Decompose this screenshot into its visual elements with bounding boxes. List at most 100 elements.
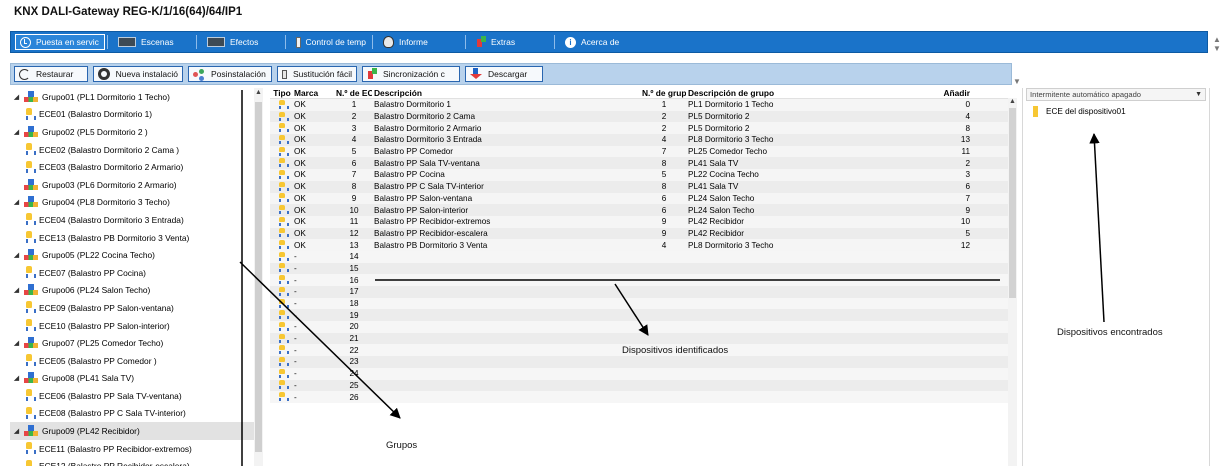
table-row[interactable]: OK 11 Balastro PP Recibidor-extremos 9 PL42 …	[270, 215, 1008, 228]
tree-group-item[interactable]: ◢ Grupo06 (PL24 Salon Techo)	[10, 282, 262, 300]
tree-group-item[interactable]: ◢ Grupo01 (PL1 Dormitorio 1 Techo)	[10, 88, 262, 106]
table-scrollbar[interactable]: ▲	[1008, 98, 1017, 466]
table-row[interactable]: - 21	[270, 332, 1008, 345]
nav-tab-4[interactable]: Informe	[379, 34, 463, 50]
expand-toggle-icon[interactable]: ◢	[12, 286, 21, 294]
blink-mode-select[interactable]: Intermitente automático apagado ▼	[1026, 88, 1206, 101]
expand-toggle-icon[interactable]: ◢	[12, 339, 21, 347]
scroll-up-icon[interactable]: ▲	[255, 89, 262, 96]
commissioning-toolbar: Restaurar Nueva instalació Posinstalación S…	[10, 63, 1012, 85]
tree-ece-item[interactable]: ECE01 (Balastro Dormitorio 1)	[10, 106, 262, 124]
nav-tab-5[interactable]: Extras	[472, 34, 552, 50]
row-type-cell	[270, 193, 292, 203]
cell-marca: OK	[294, 100, 306, 110]
table-row[interactable]: OK 5 Balastro PP Comedor 7 PL25 Comedor Tech…	[270, 145, 1008, 158]
found-device-item[interactable]: ECE del dispositivo01	[1033, 105, 1206, 117]
toolbar-button-5[interactable]: Descargar	[465, 66, 543, 82]
table-row[interactable]: OK 3 Balastro Dormitorio 2 Armario 2 PL5 Dor…	[270, 122, 1008, 135]
col-group-description[interactable]: Descripción de grupo	[686, 88, 922, 98]
cell-group-description: PL22 Cocina Techo	[688, 170, 759, 180]
cell-description: Balastro Dormitorio 3 Entrada	[374, 135, 482, 145]
nav-tab-0[interactable]: Puesta en servic	[15, 34, 105, 50]
tree-scroll-thumb[interactable]	[255, 102, 262, 452]
table-row[interactable]: - 19	[270, 309, 1008, 322]
tree-ece-item[interactable]: ECE03 (Balastro Dormitorio 2 Armario)	[10, 158, 262, 176]
nav-scroll-icon[interactable]: ▲ ▼	[1213, 35, 1221, 53]
tree-ece-item[interactable]: ECE11 (Balastro PP Recibidor-extremos)	[10, 440, 262, 458]
tree-ece-item[interactable]: ECE12 (Balastro PP Recibidor-escalera)	[10, 457, 262, 466]
tree-ece-item[interactable]: ECE13 (Balastro PB Dormitorio 3 Venta)	[10, 229, 262, 247]
col-marca[interactable]: Marca	[292, 88, 334, 98]
col-ece-number[interactable]: N.º de ECE	[334, 88, 372, 98]
expand-toggle-icon[interactable]: ◢	[12, 93, 21, 101]
scroll-up-icon[interactable]: ▲	[1009, 98, 1016, 105]
table-row[interactable]: - 26	[270, 391, 1008, 403]
tree-ece-item[interactable]: ECE09 (Balastro PP Salon-ventana)	[10, 299, 262, 317]
table-scroll-thumb[interactable]	[1009, 108, 1016, 298]
cell-group-number: 4	[661, 135, 667, 145]
nav-tab-6[interactable]: i Acerca de	[561, 34, 651, 50]
table-row[interactable]: OK 10 Balastro PP Salon-interior 6 PL24 Salo…	[270, 204, 1008, 216]
toolbar-overflow-icon[interactable]: ▼	[1013, 77, 1021, 86]
cell-ece-number: 7	[351, 170, 357, 180]
toolbar-button-3[interactable]: Sustitución fácil	[277, 66, 357, 82]
col-group-number[interactable]: N.º de grupo	[640, 88, 686, 98]
tree-group-item[interactable]: Grupo03 (PL6 Dormitorio 2 Armario)	[10, 176, 262, 194]
toolbar-button-0[interactable]: Restaurar	[14, 66, 88, 82]
table-row[interactable]: - 24	[270, 367, 1008, 380]
table-row[interactable]: - 16	[270, 274, 1008, 286]
cell-group-description: PL1 Dormitorio 1 Techo	[688, 100, 774, 110]
tree-ece-item[interactable]: ECE07 (Balastro PP Cocina)	[10, 264, 262, 282]
expand-toggle-icon[interactable]: ◢	[12, 128, 21, 136]
tree-ece-item[interactable]: ECE04 (Balastro Dormitorio 3 Entrada)	[10, 211, 262, 229]
cell-group-description: PL5 Dormitorio 2	[688, 123, 750, 133]
tree-group-item[interactable]: ◢ Grupo05 (PL22 Cocina Techo)	[10, 246, 262, 264]
nav-tab-3[interactable]: Control de temp	[292, 34, 370, 50]
table-row[interactable]: - 20	[270, 321, 1008, 333]
table-row[interactable]: - 18	[270, 297, 1008, 310]
table-row[interactable]: OK 2 Balastro Dormitorio 2 Cama 2 PL5 Dormit…	[270, 110, 1008, 123]
table-row[interactable]: - 15	[270, 262, 1008, 275]
expand-toggle-icon[interactable]: ◢	[12, 251, 21, 259]
toolbar-button-4[interactable]: Sincronización c	[362, 66, 460, 82]
tree-ece-item[interactable]: ECE08 (Balastro PP C Sala TV-interior)	[10, 405, 262, 423]
table-row[interactable]: - 14	[270, 250, 1008, 263]
tree-group-item[interactable]: ◢ Grupo02 (PL5 Dormitorio 2 )	[10, 123, 262, 141]
expand-toggle-icon[interactable]: ◢	[12, 374, 21, 382]
table-row[interactable]: OK 1 Balastro Dormitorio 1 1 PL1 Dormitorio …	[270, 99, 1008, 111]
tree-ece-item[interactable]: ECE02 (Balastro Dormitorio 2 Cama )	[10, 141, 262, 159]
table-row[interactable]: OK 7 Balastro PP Cocina 5 PL22 Cocina Techo 3	[270, 169, 1008, 181]
tree-scrollbar[interactable]: ▲	[254, 88, 263, 466]
col-add[interactable]: Añadir	[922, 88, 982, 98]
expand-toggle-icon[interactable]: ◢	[12, 198, 21, 206]
tree-ece-item[interactable]: ECE10 (Balastro PP Salon-interior)	[10, 317, 262, 335]
tree-group-item[interactable]: ◢ Grupo08 (PL41 Sala TV)	[10, 370, 262, 388]
tree-group-item[interactable]: ◢ Grupo07 (PL25 Comedor Techo)	[10, 334, 262, 352]
nav-tab-2[interactable]: Efectos	[203, 34, 283, 50]
tree-group-item[interactable]: ◢ Grupo04 (PL8 Dormitorio 3 Techo)	[10, 194, 262, 212]
nav-separator	[107, 35, 108, 49]
table-row[interactable]: OK 8 Balastro PP C Sala TV-interior 8 PL41 S…	[270, 180, 1008, 193]
table-row[interactable]: OK 12 Balastro PP Recibidor-escalera 9 PL42 …	[270, 227, 1008, 240]
col-description[interactable]: Descripción	[372, 88, 640, 98]
table-row[interactable]: - 17	[270, 286, 1008, 298]
table-row[interactable]: OK 9 Balastro PP Salon-ventana 6 PL24 Salon …	[270, 192, 1008, 205]
col-tipo[interactable]: Tipo	[270, 88, 292, 98]
table-row[interactable]: OK 13 Balastro PB Dormitorio 3 Venta 4 PL8 D…	[270, 239, 1008, 251]
toolbar-button-1[interactable]: Nueva instalació	[93, 66, 183, 82]
nav-tab-label: Control de temp	[305, 37, 366, 47]
tree-group-item[interactable]: ◢ Grupo09 (PL42 Recibidor)	[10, 422, 262, 440]
tree-item-label: ECE08 (Balastro PP C Sala TV-interior)	[39, 408, 186, 419]
tree-ece-item[interactable]: ECE06 (Balastro PP Sala TV-ventana)	[10, 387, 262, 405]
cell-group-number: 2	[661, 112, 667, 122]
expand-toggle-icon[interactable]: ◢	[12, 427, 21, 435]
table-row[interactable]: OK 4 Balastro Dormitorio 3 Entrada 4 PL8 Dor…	[270, 134, 1008, 146]
tree-ece-item[interactable]: ECE05 (Balastro PP Comedor )	[10, 352, 262, 370]
cell-ece-number: 4	[351, 135, 357, 145]
toolbar-button-2[interactable]: Posinstalación	[188, 66, 272, 82]
table-row[interactable]: OK 6 Balastro PP Sala TV-ventana 8 PL41 Sala…	[270, 157, 1008, 170]
ballast-icon	[279, 123, 289, 133]
table-row[interactable]: - 25	[270, 379, 1008, 392]
nav-tab-1[interactable]: Escenas	[114, 34, 194, 50]
table-row[interactable]: - 23	[270, 356, 1008, 368]
